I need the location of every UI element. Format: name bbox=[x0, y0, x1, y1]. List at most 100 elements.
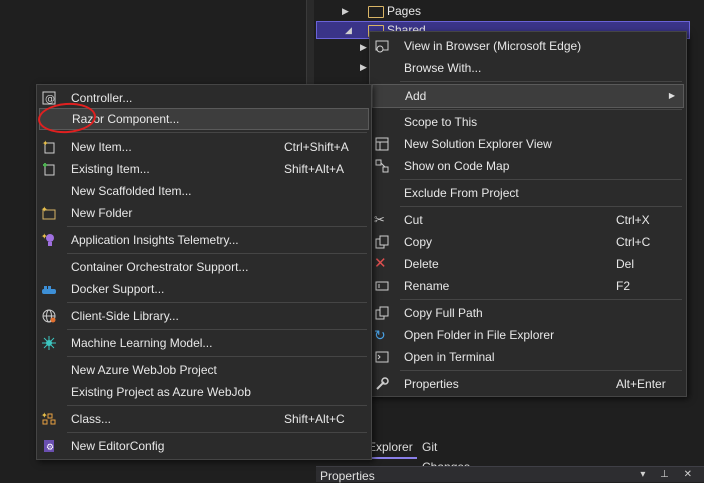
editorconfig-icon: ⚙ bbox=[41, 438, 57, 454]
menu-separator bbox=[67, 132, 367, 133]
collapse-arrow-icon[interactable]: ◢ bbox=[345, 22, 357, 38]
menu-item-label: Open Folder in File Explorer bbox=[404, 328, 555, 342]
menu-item-shortcut: Shift+Alt+C bbox=[284, 412, 345, 426]
menu-item-label: View in Browser (Microsoft Edge) bbox=[404, 39, 582, 53]
menu-item-container-orchestrator[interactable]: Container Orchestrator Support... bbox=[37, 256, 371, 278]
menu-separator bbox=[67, 329, 367, 330]
menu-item-class[interactable]: ✦ Class... Shift+Alt+C bbox=[37, 408, 371, 430]
menu-item-properties[interactable]: Properties Alt+Enter bbox=[370, 373, 686, 395]
menu-item-docker-support[interactable]: Docker Support... bbox=[37, 278, 371, 300]
menu-item-label: New Folder bbox=[71, 206, 133, 220]
menu-item-label: Rename bbox=[404, 279, 450, 293]
menu-separator bbox=[400, 299, 682, 300]
copy-icon bbox=[374, 234, 390, 250]
svg-text:✦: ✦ bbox=[41, 232, 48, 241]
menu-item-label: Properties bbox=[404, 377, 459, 391]
menu-separator bbox=[67, 253, 367, 254]
menu-item-shortcut: Ctrl+C bbox=[616, 235, 651, 249]
new-folder-icon: ✦ bbox=[41, 205, 57, 221]
menu-separator bbox=[400, 179, 682, 180]
menu-separator bbox=[67, 405, 367, 406]
panel-controls-icon[interactable]: ▾ ⊥ ✕ bbox=[640, 469, 698, 480]
lightbulb-icon: ✦ bbox=[41, 232, 57, 248]
menu-item-scope-to-this[interactable]: Scope to This bbox=[370, 111, 686, 133]
add-submenu: @ Controller... Razor Component... ✦ New… bbox=[36, 84, 372, 460]
menu-item-label: Add bbox=[405, 89, 427, 103]
tree-item-pages[interactable]: ▶ Pages bbox=[342, 2, 642, 20]
menu-item-exclude-from-project[interactable]: Exclude From Project bbox=[370, 182, 686, 204]
menu-item-new-azure-webjob[interactable]: New Azure WebJob Project bbox=[37, 359, 371, 381]
context-menu: View in Browser (Microsoft Edge) Browse … bbox=[369, 31, 687, 397]
menu-item-cut[interactable]: ✂ Cut Ctrl+X bbox=[370, 209, 686, 231]
menu-item-shortcut: Alt+Enter bbox=[616, 377, 666, 391]
menu-item-new-folder[interactable]: ✦ New Folder bbox=[37, 202, 371, 224]
menu-item-open-in-terminal[interactable]: Open in Terminal bbox=[370, 346, 686, 368]
terminal-icon bbox=[374, 349, 390, 365]
svg-text:✦: ✦ bbox=[41, 205, 48, 214]
menu-item-label: Scope to This bbox=[404, 115, 478, 129]
menu-item-machine-learning-model[interactable]: Machine Learning Model... bbox=[37, 332, 371, 354]
menu-item-existing-item[interactable]: Existing Item... Shift+Alt+A bbox=[37, 158, 371, 180]
menu-item-shortcut: Ctrl+Shift+A bbox=[284, 140, 349, 154]
menu-item-rename[interactable]: Rename F2 bbox=[370, 275, 686, 297]
menu-item-label: Machine Learning Model... bbox=[71, 336, 213, 350]
menu-item-show-on-code-map[interactable]: Show on Code Map bbox=[370, 155, 686, 177]
menu-item-label: New Azure WebJob Project bbox=[71, 363, 217, 377]
menu-item-label: Cut bbox=[404, 213, 423, 227]
menu-item-label: Delete bbox=[404, 257, 439, 271]
menu-item-existing-project-as-webjob[interactable]: Existing Project as Azure WebJob bbox=[37, 381, 371, 403]
copy-path-icon bbox=[374, 305, 390, 321]
browser-icon bbox=[374, 38, 390, 54]
svg-text:✦: ✦ bbox=[41, 411, 48, 420]
submenu-arrow-icon: ▶ bbox=[668, 91, 675, 100]
menu-item-copy-full-path[interactable]: Copy Full Path bbox=[370, 302, 686, 324]
controller-icon: @ bbox=[41, 90, 57, 106]
menu-item-new-solution-explorer-view[interactable]: New Solution Explorer View bbox=[370, 133, 686, 155]
menu-item-new-scaffolded-item[interactable]: New Scaffolded Item... bbox=[37, 180, 371, 202]
menu-item-view-in-browser[interactable]: View in Browser (Microsoft Edge) bbox=[370, 35, 686, 57]
menu-item-application-insights[interactable]: ✦ Application Insights Telemetry... bbox=[37, 229, 371, 251]
class-icon: ✦ bbox=[41, 411, 57, 427]
menu-separator bbox=[400, 109, 682, 110]
menu-separator bbox=[67, 226, 367, 227]
menu-item-label: New Solution Explorer View bbox=[404, 137, 552, 151]
menu-item-shortcut: Shift+Alt+A bbox=[284, 162, 345, 176]
menu-item-label: Existing Project as Azure WebJob bbox=[71, 385, 251, 399]
code-map-icon bbox=[374, 158, 390, 174]
menu-item-new-item[interactable]: ✦ New Item... Ctrl+Shift+A bbox=[37, 136, 371, 158]
properties-panel-header: Properties ▾ ⊥ ✕ bbox=[316, 466, 704, 483]
menu-item-label: Application Insights Telemetry... bbox=[71, 233, 239, 247]
rename-icon bbox=[374, 278, 390, 294]
menu-item-label: New Item... bbox=[71, 140, 132, 154]
menu-item-label: Copy Full Path bbox=[404, 306, 483, 320]
menu-item-label: Client-Side Library... bbox=[71, 309, 179, 323]
tab-git-changes[interactable]: Git Changes bbox=[418, 437, 474, 474]
svg-text:@: @ bbox=[45, 94, 55, 105]
menu-separator bbox=[67, 302, 367, 303]
ml-model-icon bbox=[41, 335, 57, 351]
expand-arrow-icon[interactable]: ▶ bbox=[342, 2, 354, 20]
menu-item-client-side-library[interactable]: Client-Side Library... bbox=[37, 305, 371, 327]
menu-separator bbox=[67, 432, 367, 433]
menu-item-label: Docker Support... bbox=[71, 282, 165, 296]
menu-item-new-editorconfig[interactable]: ⚙ New EditorConfig bbox=[37, 435, 371, 457]
menu-separator bbox=[400, 206, 682, 207]
menu-item-label: Existing Item... bbox=[71, 162, 150, 176]
menu-item-label: Exclude From Project bbox=[404, 186, 519, 200]
menu-item-add[interactable]: Add ▶ bbox=[372, 84, 684, 108]
menu-item-copy[interactable]: Copy Ctrl+C bbox=[370, 231, 686, 253]
menu-separator bbox=[400, 370, 682, 371]
menu-item-label: Browse With... bbox=[404, 61, 482, 75]
folder-icon bbox=[368, 6, 384, 18]
menu-separator bbox=[67, 356, 367, 357]
wrench-icon bbox=[374, 376, 390, 392]
menu-item-label: Container Orchestrator Support... bbox=[71, 260, 249, 274]
menu-item-label: New Scaffolded Item... bbox=[71, 184, 192, 198]
explorer-view-icon bbox=[374, 136, 390, 152]
menu-item-browse-with[interactable]: Browse With... bbox=[370, 57, 686, 79]
menu-item-delete[interactable]: ✕ Delete Del bbox=[370, 253, 686, 275]
scissors-icon: ✂ bbox=[374, 212, 385, 227]
menu-item-label: Show on Code Map bbox=[404, 159, 510, 173]
tree-item-label: Pages bbox=[387, 4, 422, 18]
menu-item-open-folder-in-file-explorer[interactable]: ↻ Open Folder in File Explorer bbox=[370, 324, 686, 346]
